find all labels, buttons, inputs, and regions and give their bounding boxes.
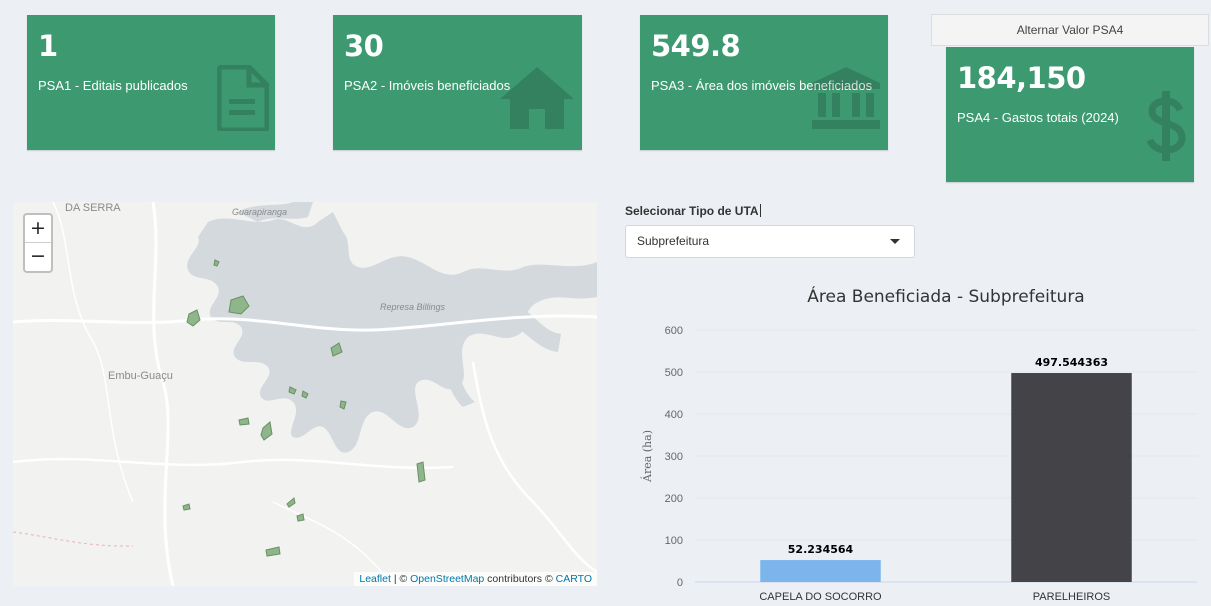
- uta-select-label: Selecionar Tipo de UTA: [625, 204, 761, 218]
- bar: [760, 560, 881, 582]
- map-place-label: Embu-Guaçu: [108, 370, 173, 382]
- y-tick-label: 300: [665, 451, 683, 463]
- kpi-value: 30: [344, 29, 384, 63]
- map-tiles: [13, 202, 597, 586]
- chart-title: Área Beneficiada - Subprefeitura: [807, 285, 1084, 307]
- map-place-label: Guarapiranga: [232, 207, 288, 217]
- institution-icon: [812, 67, 880, 129]
- uta-select-value: Subprefeitura: [637, 234, 710, 248]
- file-text-icon: [217, 65, 269, 131]
- kpi-box-psa3: 549.8 PSA3 - Área dos imóveis beneficiad…: [640, 15, 888, 150]
- x-tick-label: CAPELA DO SOCORRO: [759, 591, 882, 603]
- kpi-box-psa1: 1 PSA1 - Editais publicados: [27, 15, 275, 150]
- dollar-icon: [1146, 91, 1186, 161]
- kpi-value: 549.8: [651, 29, 741, 63]
- y-tick-label: 400: [665, 409, 683, 421]
- y-tick-label: 100: [665, 535, 683, 547]
- y-tick-label: 500: [665, 367, 683, 379]
- carto-link[interactable]: CARTO: [556, 573, 592, 585]
- kpi-box-psa4: 184,150 PSA4 - Gastos totais (2024): [946, 47, 1194, 182]
- map-attribution: Leaflet | © OpenStreetMap contributors ©…: [354, 572, 597, 586]
- y-tick-label: 200: [665, 493, 683, 505]
- bar: [1011, 373, 1132, 582]
- map-place-label: Represa Billings: [380, 302, 446, 312]
- leaflet-link[interactable]: Leaflet: [359, 573, 391, 585]
- kpi-box-psa2: 30 PSA2 - Imóveis beneficiados: [333, 15, 582, 150]
- caret-down-icon: [890, 239, 900, 244]
- kpi-value: 184,150: [957, 61, 1086, 95]
- uta-type-select[interactable]: Subprefeitura: [625, 225, 915, 258]
- map-place-label: DA SERRA: [65, 202, 121, 214]
- y-tick-label: 600: [665, 325, 683, 337]
- map[interactable]: DA SERRA Guarapiranga Represa Billings E…: [13, 202, 597, 586]
- kpi-label: PSA1 - Editais publicados: [38, 78, 188, 93]
- bar-chart: Área Beneficiada - Subprefeitura 0 100 200 3…: [640, 285, 1197, 603]
- openstreetmap-link[interactable]: OpenStreetMap: [410, 573, 484, 585]
- kpi-label: PSA4 - Gastos totais (2024): [957, 110, 1119, 125]
- y-tick-label: 0: [677, 577, 683, 589]
- attribution-separator: | ©: [390, 573, 411, 585]
- kpi-value: 1: [38, 29, 58, 63]
- zoom-in-button[interactable]: +: [25, 215, 51, 243]
- toggle-psa4-button[interactable]: Alternar Valor PSA4: [931, 14, 1209, 46]
- home-icon: [500, 67, 574, 129]
- x-tick-label: PARELHEIROS: [1033, 591, 1110, 603]
- attribution-text: contributors ©: [484, 573, 556, 585]
- zoom-out-button[interactable]: −: [25, 243, 51, 271]
- zoom-control: + −: [23, 213, 53, 273]
- data-label: 497.544363: [1035, 356, 1108, 369]
- kpi-label: PSA2 - Imóveis beneficiados: [344, 78, 511, 93]
- data-label: 52.234564: [788, 543, 854, 556]
- y-axis-label: Área (ha): [640, 430, 654, 483]
